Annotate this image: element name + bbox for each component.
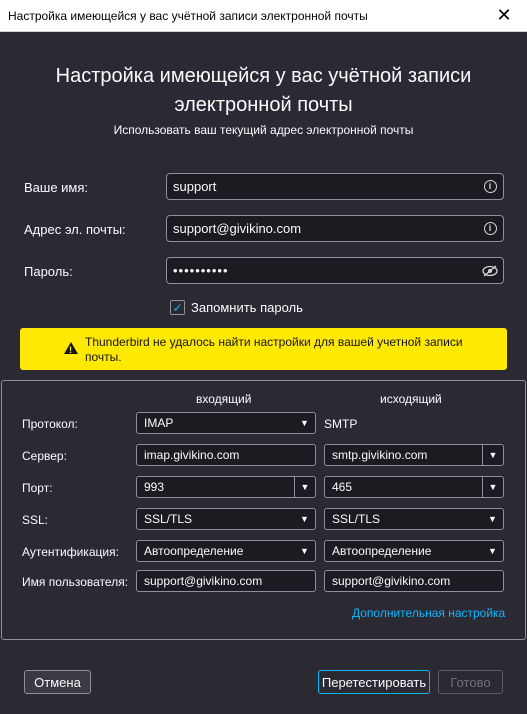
username-in-field[interactable]: support@givikino.com [136, 570, 316, 592]
chevron-down-icon: ▼ [488, 546, 497, 556]
auth-out-value: Автоопределение [332, 544, 432, 558]
server-in-value: imap.givikino.com [144, 448, 240, 462]
warning-text: Thunderbird не удалось найти настройки д… [85, 335, 463, 364]
page-title-line1: Настройка имеющейся у вас учётной записи [55, 65, 472, 87]
page-title: Настройка имеющейся у вас учётной записи… [20, 62, 507, 120]
protocol-out-value: SMTP [324, 417, 358, 431]
name-value: support [173, 179, 217, 194]
chevron-down-icon: ▼ [300, 546, 309, 556]
ssl-in-select[interactable]: SSL/TLS ▼ [136, 508, 316, 530]
chevron-down-icon[interactable]: ▼ [294, 477, 315, 497]
port-in-combobox[interactable]: 993 ▼ [136, 476, 316, 498]
chevron-down-icon: ▼ [300, 418, 309, 428]
chevron-down-icon: ▼ [300, 514, 309, 524]
chevron-down-icon[interactable]: ▼ [482, 445, 503, 465]
close-icon[interactable]: ✕ [481, 0, 527, 31]
password-label: Пароль: [24, 264, 73, 279]
warning-icon [64, 342, 78, 358]
username-label: Имя пользователя: [22, 575, 129, 589]
page-subtitle: Использовать ваш текущий адрес электронн… [113, 123, 414, 137]
remember-label: Запомнить пароль [191, 300, 303, 315]
ssl-label: SSL: [22, 513, 49, 527]
name-field[interactable]: support i [166, 173, 504, 200]
username-out-field[interactable]: support@givikino.com [324, 570, 504, 592]
advanced-config-link[interactable]: Дополнительная настройка [352, 606, 505, 620]
server-out-combobox[interactable]: smtp.givikino.com ▼ [324, 444, 504, 466]
retest-button[interactable]: Перетестировать [318, 670, 430, 694]
protocol-in-select[interactable]: IMAP ▼ [136, 412, 316, 434]
remember-password[interactable]: ✓ Запомнить пароль [170, 300, 303, 315]
info-icon[interactable]: i [477, 180, 503, 193]
password-value: •••••••••• [173, 263, 229, 278]
port-in-value: 993 [144, 480, 165, 494]
auth-label: Аутентификация: [22, 545, 119, 559]
username-in-value: support@givikino.com [144, 574, 263, 588]
port-out-value: 465 [332, 480, 353, 494]
email-label: Адрес эл. почты: [24, 222, 126, 237]
port-label: Порт: [22, 481, 53, 495]
eye-slash-icon[interactable] [477, 265, 503, 277]
title-bar: Настройка имеющейся у вас учётной записи… [0, 0, 527, 32]
chevron-down-icon: ▼ [488, 514, 497, 524]
name-label: Ваше имя: [24, 180, 89, 195]
protocol-in-value: IMAP [144, 416, 174, 430]
warning-banner: Thunderbird не удалось найти настройки д… [20, 328, 507, 370]
outgoing-header: исходящий [380, 392, 442, 406]
ssl-in-value: SSL/TLS [144, 512, 193, 526]
server-label: Сервер: [22, 449, 67, 463]
incoming-header: входящий [196, 392, 252, 406]
window-title: Настройка имеющейся у вас учётной записи… [8, 9, 368, 23]
email-field[interactable]: support@givikino.com i [166, 215, 504, 242]
page-title-line2: электронной почты [174, 94, 353, 116]
auth-in-select[interactable]: Автоопределение ▼ [136, 540, 316, 562]
ssl-out-value: SSL/TLS [332, 512, 381, 526]
port-out-combobox[interactable]: 465 ▼ [324, 476, 504, 498]
auth-out-select[interactable]: Автоопределение ▼ [324, 540, 504, 562]
done-button[interactable]: Готово [438, 670, 503, 694]
server-in-field[interactable]: imap.givikino.com [136, 444, 316, 466]
cancel-button[interactable]: Отмена [24, 670, 91, 694]
username-out-value: support@givikino.com [332, 574, 451, 588]
remember-checkbox[interactable]: ✓ [170, 300, 185, 315]
ssl-out-select[interactable]: SSL/TLS ▼ [324, 508, 504, 530]
info-icon[interactable]: i [477, 222, 503, 235]
chevron-down-icon[interactable]: ▼ [482, 477, 503, 497]
auth-in-value: Автоопределение [144, 544, 244, 558]
server-out-value: smtp.givikino.com [332, 448, 428, 462]
password-field[interactable]: •••••••••• [166, 257, 504, 284]
protocol-label: Протокол: [22, 417, 78, 431]
email-value: support@givikino.com [173, 221, 302, 236]
